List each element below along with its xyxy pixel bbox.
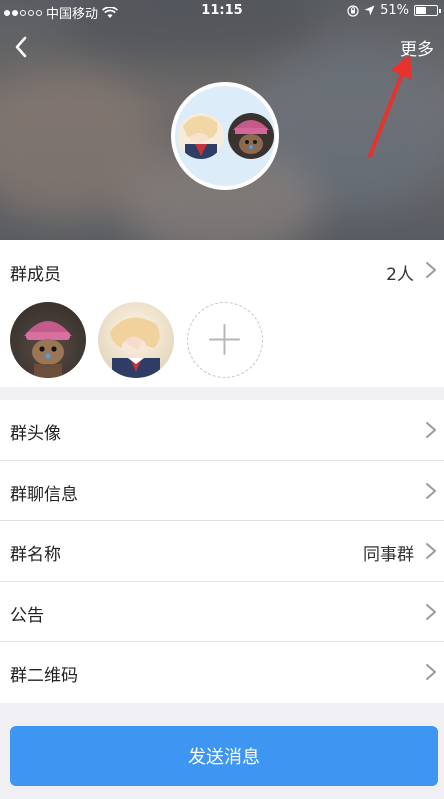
chevron-right-icon [426,543,436,559]
battery-percent: 51% [380,3,409,18]
add-member-button[interactable] [187,302,263,378]
send-message-button[interactable]: 发送消息 [10,726,438,786]
anime-avatar-icon [110,317,160,378]
doll-avatar-icon [24,321,72,378]
member-avatar[interactable] [98,302,174,378]
status-bar: 中国移动 11:15 51% [0,0,444,22]
members-title: 群成员 [10,265,61,285]
chevron-right-icon [426,664,436,680]
orientation-lock-icon [347,4,359,17]
settings-item-qr-code[interactable]: 群二维码 [0,642,444,703]
group-avatar[interactable] [171,82,279,190]
chevron-right-icon [426,482,436,499]
settings-item-label: 群头像 [10,424,61,444]
back-icon[interactable] [10,34,34,60]
member-avatar[interactable] [10,302,86,378]
chevron-right-icon [426,422,436,438]
settings-item-label: 公告 [10,605,44,626]
settings-item-value: 同事群 [363,545,414,565]
group-header: 中国移动 11:15 51% 更多 [0,0,444,240]
settings-item-label: 群聊信息 [10,484,78,505]
settings-item-label: 群二维码 [10,666,78,686]
settings-item-label: 群名称 [10,545,61,565]
plus-icon [209,324,240,355]
chevron-right-icon[interactable] [424,261,438,279]
battery-icon [414,5,441,16]
members-section: 群成员 2人 [0,240,444,387]
chevron-right-icon [426,603,436,620]
settings-list: 群头像 群聊信息 群名称 同事群 公告 群二维码 [0,400,444,703]
settings-item-group-name[interactable]: 群名称 同事群 [0,521,444,582]
battery-level [416,7,426,14]
location-arrow-icon [364,5,375,16]
members-count[interactable]: 2人 [386,260,414,285]
group-avatar-image [175,86,275,186]
settings-item-group-avatar[interactable]: 群头像 [0,400,444,461]
status-right: 51% [347,3,441,18]
settings-item-group-info[interactable]: 群聊信息 [0,461,444,521]
settings-item-announcement[interactable]: 公告 [0,582,444,642]
group-avatar-collage-icon [178,113,274,159]
annotation-arrow-icon [368,54,412,158]
